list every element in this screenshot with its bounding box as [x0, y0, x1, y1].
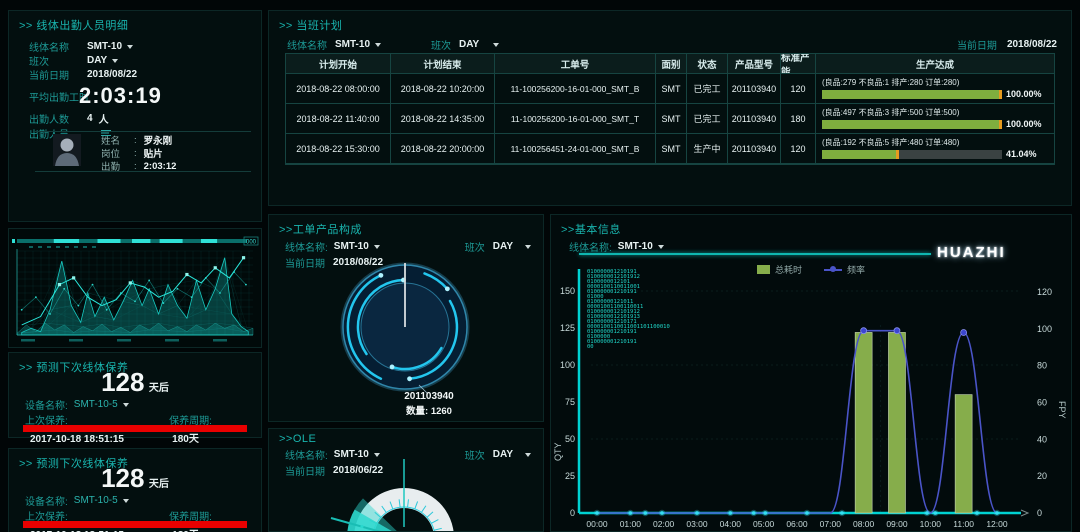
qty-fpy-chart: 00:00 01:00 02:00 03:00 04:00 05:00 06:00 07:00… — [551, 215, 1073, 532]
svg-text:20: 20 — [1037, 471, 1047, 481]
days-until-value: 128 — [101, 367, 144, 397]
svg-text:11:00: 11:00 — [953, 519, 974, 529]
production-progress-bar — [822, 150, 1002, 159]
product-code-label: 201103940 — [369, 391, 489, 402]
svg-text:120: 120 — [1037, 287, 1052, 297]
divider — [35, 171, 251, 172]
svg-text:000: 000 — [246, 240, 257, 246]
person-position-label: 岗位 — [101, 146, 127, 160]
svg-text:150: 150 — [560, 286, 575, 296]
svg-text:03:00: 03:00 — [686, 519, 708, 529]
chevron-down-icon — [123, 499, 129, 503]
person-attend-time: 2:03:12 — [144, 161, 177, 172]
device-select[interactable]: SMT-10-5 — [74, 399, 129, 410]
table-row: 2018-08-22 08:00:00 2018-08-22 10:20:00 … — [286, 74, 1054, 104]
table-header-row: 计划开始 计划结束 工单号 面别 状态 产品型号 标准产能 生产达成 — [286, 54, 1054, 74]
date-label: 当前日期 — [29, 67, 87, 82]
table-row: 2018-08-22 15:30:00 2018-08-22 20:00:00 … — [286, 134, 1054, 164]
date-value: 2018/08/22 — [1007, 39, 1057, 50]
svg-text:05:00: 05:00 — [753, 519, 775, 529]
shift-plan-table: 计划开始 计划结束 工单号 面别 状态 产品型号 标准产能 生产达成 2018-… — [285, 53, 1055, 165]
ole-panel: >>OLE 线体名称: SMT-10 班次 DAY 当前日期 2018/06/2… — [268, 428, 544, 532]
attendance-panel: >> 线体出勤人员明细 线体名称 SMT-10 班次 DAY 当前日期 2018… — [8, 10, 262, 222]
svg-text:75: 75 — [565, 397, 575, 407]
svg-text:60: 60 — [1037, 398, 1047, 408]
trend-panel: 000 — [8, 228, 262, 348]
basic-info-panel: >>基本信息 线体名称: SMT-10 HUAZHI 总耗时 频率 010000… — [550, 214, 1072, 532]
svg-text:80: 80 — [1037, 361, 1047, 371]
production-progress-bar — [822, 90, 1002, 99]
shift-select[interactable]: DAY — [459, 39, 499, 50]
status-badge: 已完工 — [687, 74, 728, 104]
production-progress-bar — [822, 120, 1002, 129]
maintenance-progress-bar — [23, 425, 247, 432]
svg-text:QTY: QTY — [553, 442, 563, 461]
device-name-label: 设备名称: — [25, 493, 68, 508]
avg-hours-value: 2:03:19 — [79, 83, 162, 109]
days-until-unit: 天后 — [149, 383, 169, 394]
maintenance-panel-2: >> 预测下次线体保养 128 天后 设备名称: SMT-10-5 上次保养: … — [8, 448, 262, 532]
chevron-down-icon — [127, 45, 133, 49]
svg-text:12:00: 12:00 — [986, 519, 1008, 529]
svg-text:50: 50 — [565, 434, 575, 444]
date-value: 2018/08/22 — [87, 69, 137, 80]
days-until-value: 128 — [101, 463, 144, 493]
svg-text:100: 100 — [560, 360, 575, 370]
svg-text:04:00: 04:00 — [720, 519, 742, 529]
line-name-select[interactable]: SMT-10 — [335, 39, 381, 50]
dashboard: >> 线体出勤人员明细 线体名称 SMT-10 班次 DAY 当前日期 2018… — [0, 0, 1080, 532]
chevron-down-icon — [112, 59, 118, 63]
svg-text:09:00: 09:00 — [886, 519, 908, 529]
svg-text:02:00: 02:00 — [653, 519, 675, 529]
chevron-down-icon — [493, 43, 499, 47]
person-position: 贴片 — [144, 146, 163, 160]
person-name: 罗永刚 — [144, 133, 173, 147]
date-label: 当前日期 — [957, 37, 997, 52]
svg-text:125: 125 — [560, 323, 575, 333]
svg-text:0: 0 — [570, 508, 575, 518]
svg-text:0: 0 — [1037, 508, 1042, 518]
device-select[interactable]: SMT-10-5 — [74, 495, 129, 506]
shift-label: 班次 — [29, 53, 87, 68]
avg-hours-label: 平均出勤工时 — [29, 89, 79, 104]
attendance-title: >> 线体出勤人员明细 — [19, 17, 128, 33]
product-qty-label: 数量: 1260 — [369, 403, 489, 417]
svg-text:08:00: 08:00 — [853, 519, 875, 529]
shift-plan-title: >> 当班计划 — [279, 17, 342, 33]
status-badge: 已完工 — [687, 104, 728, 134]
svg-text:40: 40 — [1037, 434, 1047, 444]
svg-text:00:00: 00:00 — [586, 519, 608, 529]
maintenance-panel-1: >> 预测下次线体保养 128 天后 设备名称: SMT-10-5 上次保养: … — [8, 352, 262, 438]
shift-label: 班次 — [431, 37, 451, 52]
line-name-select[interactable]: SMT-10 — [87, 41, 133, 52]
line-name-label: 线体名称 — [287, 37, 327, 52]
table-row: 2018-08-22 11:40:00 2018-08-22 14:35:00 … — [286, 104, 1054, 134]
svg-text:FPY: FPY — [1057, 401, 1067, 419]
svg-text:01:00: 01:00 — [620, 519, 642, 529]
days-until-unit: 天后 — [149, 479, 169, 490]
divider — [35, 131, 251, 132]
composition-panel: >>工单产品构成 线体名称: SMT-10 班次 DAY 当前日期 2018/0… — [268, 214, 544, 422]
person-avatar — [53, 134, 81, 171]
svg-text:06:00: 06:00 — [786, 519, 808, 529]
line-name-label: 线体名称 — [29, 39, 87, 54]
svg-text:25: 25 — [565, 471, 575, 481]
status-badge: 生产中 — [687, 134, 728, 164]
shift-plan-panel: >> 当班计划 线体名称 SMT-10 班次 DAY 当前日期 2018/08/… — [268, 10, 1072, 206]
shift-select[interactable]: DAY — [87, 55, 118, 66]
chevron-down-icon — [375, 43, 381, 47]
svg-text:10:00: 10:00 — [920, 519, 942, 529]
ole-gauge — [269, 429, 543, 531]
svg-text:07:00: 07:00 — [820, 519, 842, 529]
chevron-down-icon — [123, 403, 129, 407]
trend-decor-chart: 000 — [9, 229, 261, 347]
device-name-label: 设备名称: — [25, 397, 68, 412]
maintenance-progress-bar — [23, 521, 247, 528]
person-name-label: 姓名 — [101, 133, 127, 147]
svg-text:100: 100 — [1037, 324, 1052, 334]
